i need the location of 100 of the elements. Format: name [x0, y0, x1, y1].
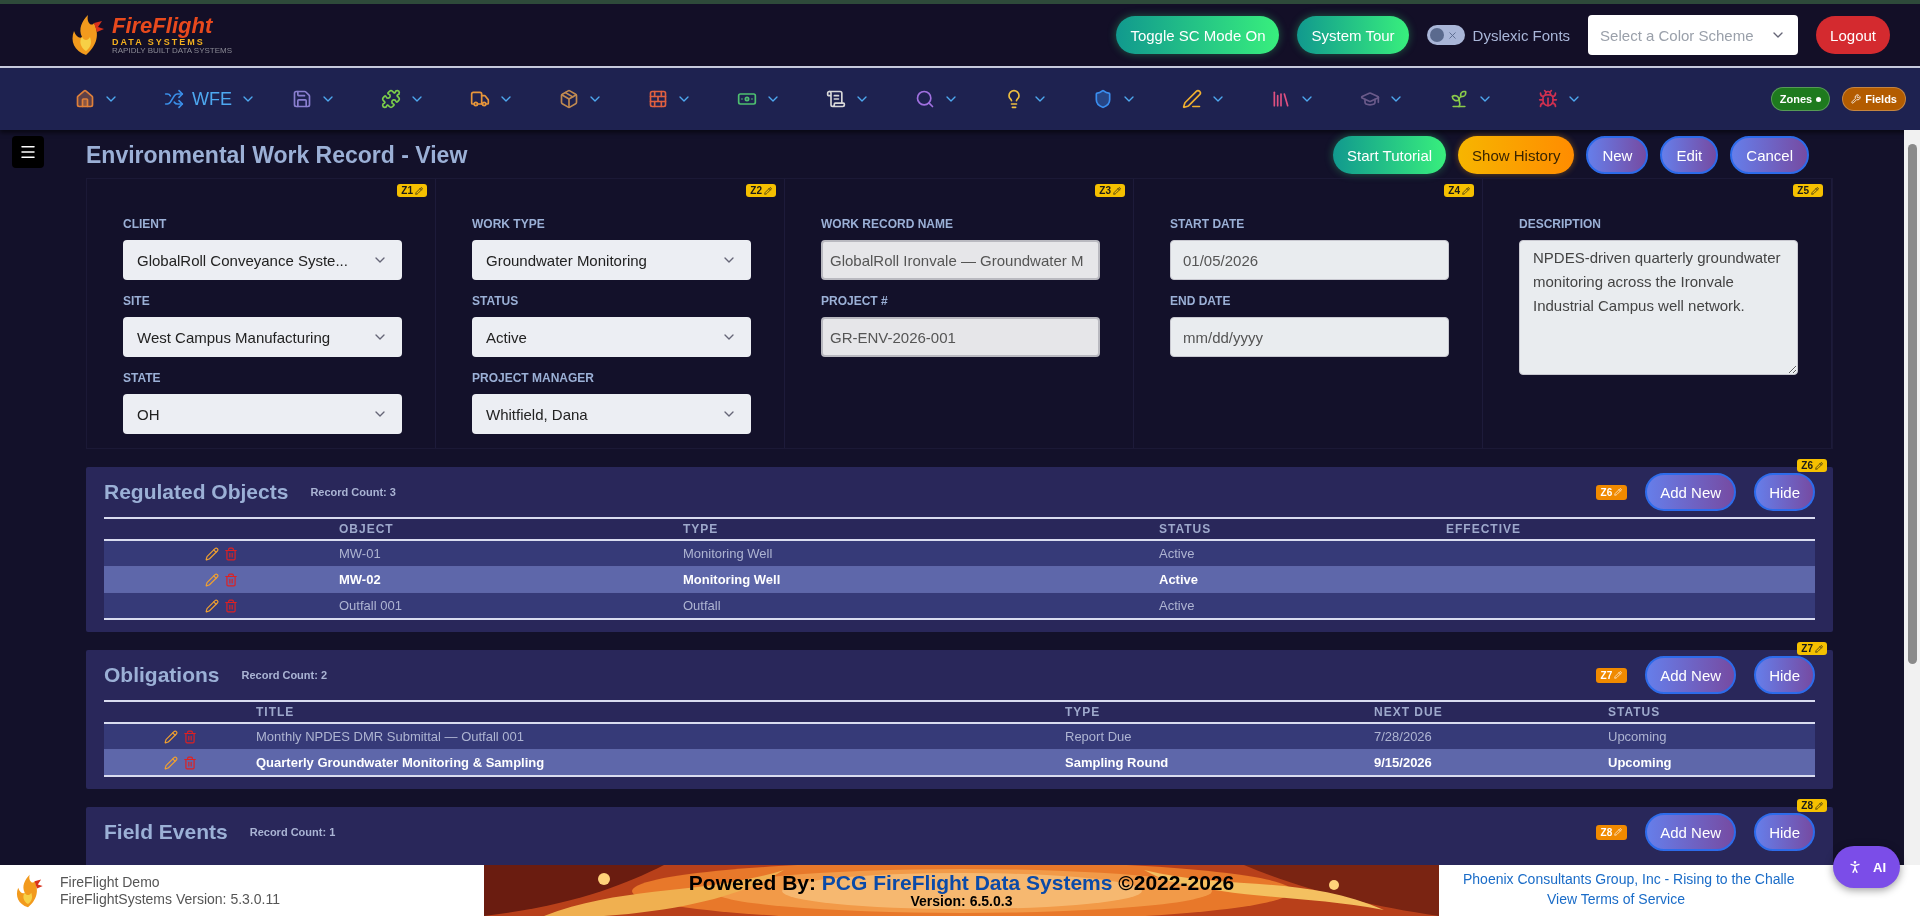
text-area[interactable]: NPDES-driven quarterly groundwater monitoring across the Ironvale Industrial Campus well network. [1519, 240, 1798, 375]
person-icon [1847, 859, 1863, 875]
zone-badge[interactable]: Z2 [746, 184, 776, 197]
select-field[interactable]: West Campus Manufacturing [123, 317, 402, 357]
brick-wall-icon[interactable] [648, 89, 668, 109]
zone-badge[interactable]: Z4 [1444, 184, 1474, 197]
app-name: FireFlight Demo [60, 873, 161, 891]
powered-by-text: Powered By: PCG FireFlight Data Systems ©2022-2026 [688, 872, 1235, 894]
section-button[interactable]: Add New [1645, 656, 1737, 694]
zone-badge[interactable]: Z6 [1797, 459, 1827, 472]
table-cell-text: Active [1159, 546, 1196, 561]
table-cell-text: Active [1159, 572, 1200, 587]
zone-badge[interactable]: Z5 [1793, 184, 1823, 197]
nav-label[interactable]: WFE [192, 88, 232, 110]
logo-name: FireFlight [112, 15, 214, 37]
truck-icon[interactable] [470, 89, 490, 109]
field-label: END DATE [1170, 294, 1232, 308]
record-count: Record Count: 3 [310, 486, 396, 498]
toggle-label: Dyslexic Fonts [1472, 26, 1571, 44]
table-row[interactable]: Monthly NPDES DMR Submittal — Outfall 001 Report Due 7/28/2026 Upcoming [104, 724, 1815, 750]
table-cell-text: MW-02 [339, 572, 382, 587]
field-label: SITE [123, 294, 151, 308]
section-button[interactable]: Hide [1754, 656, 1815, 694]
logout-button[interactable]: Logout [1816, 16, 1890, 54]
zone-badge[interactable]: Z3 [1095, 184, 1125, 197]
column-header: TITLE [256, 705, 296, 719]
toggle-switch[interactable] [1426, 25, 1465, 45]
edit-icon[interactable] [205, 546, 219, 561]
terms-link[interactable]: View Terms of Service [1547, 889, 1685, 909]
date-field[interactable]: 01/05/2026 [1170, 240, 1449, 280]
section-button[interactable]: Hide [1754, 473, 1815, 511]
close-icon [1446, 29, 1458, 41]
graduation-cap-icon[interactable] [1360, 89, 1380, 109]
version-text: Version: 6.5.0.3 [910, 894, 1013, 909]
field-label: PROJECT # [821, 294, 889, 308]
ai-button[interactable]: AI [1833, 846, 1900, 888]
action-button[interactable]: New [1586, 136, 1649, 174]
ladybug-icon[interactable] [1538, 89, 1558, 109]
table-row[interactable]: Outfall 001 Outfall Active [104, 593, 1815, 620]
section-button[interactable]: Add New [1645, 473, 1737, 511]
search-icon[interactable] [915, 89, 935, 109]
select-field[interactable]: Active [472, 317, 751, 357]
nav-badge[interactable]: Fields [1842, 87, 1906, 111]
section-button[interactable]: Hide [1754, 813, 1815, 851]
app-version: FireFlightSystems Version: 5.3.0.11 [60, 890, 280, 908]
company-link[interactable]: Phoenix Consultants Group, Inc - Rising to the Challe [1463, 869, 1795, 889]
table-row[interactable]: MW-01 Monitoring Well Active [104, 541, 1815, 567]
field-label: STATUS [472, 294, 520, 308]
section-title: Field Events [104, 820, 228, 844]
field-label: WORK RECORD NAME [821, 217, 954, 231]
field-label: DESCRIPTION [1519, 217, 1602, 231]
table-cell-text: Outfall [683, 598, 722, 613]
select-field[interactable]: Whitfield, Dana [472, 394, 751, 434]
action-button[interactable]: Cancel [1730, 136, 1809, 174]
input-field[interactable]: GlobalRoll Ironvale — Groundwater M [821, 240, 1100, 280]
menu-button[interactable] [12, 136, 44, 168]
menu-icon [19, 143, 37, 161]
edit-icon[interactable] [163, 729, 178, 744]
zone-badge[interactable]: Z1 [397, 184, 427, 197]
zone-badge[interactable]: Z8 [1797, 799, 1827, 812]
column-header: EFFECTIVE [1446, 522, 1522, 536]
field-label: STATE [123, 371, 162, 385]
field-label: CLIENT [123, 217, 168, 231]
select-field[interactable]: Groundwater Monitoring [472, 240, 751, 280]
action-button[interactable]: Start Tutorial [1333, 136, 1447, 174]
scrollbar[interactable] [1904, 130, 1920, 865]
section-title: Regulated Objects [104, 480, 289, 504]
logo-subtitle: RAPIDLY BUILT DATA SYSTEMS [112, 47, 233, 55]
select-field[interactable]: GlobalRoll Conveyance Syste... [123, 240, 402, 280]
table-cell-text: Sampling Round [1065, 755, 1170, 770]
zone-badge[interactable]: Z7 [1797, 642, 1827, 655]
table-cell-text: MW-01 [339, 546, 382, 561]
puzzle-icon[interactable] [381, 89, 401, 109]
package-icon[interactable] [559, 89, 579, 109]
edit-icon[interactable] [205, 598, 219, 613]
scroll-icon[interactable] [826, 89, 846, 109]
field-label: WORK TYPE [472, 217, 546, 231]
record-count: Record Count: 1 [249, 826, 336, 838]
date-field[interactable]: mm/dd/yyyy [1170, 317, 1449, 357]
home-icon[interactable] [75, 89, 95, 109]
table-cell-text: Report Due [1065, 729, 1133, 744]
section-button[interactable]: Add New [1645, 813, 1737, 851]
action-button[interactable]: Show History [1458, 136, 1575, 174]
input-field[interactable]: GR-ENV-2026-001 [821, 317, 1100, 357]
shield-icon[interactable] [1093, 89, 1113, 109]
nav-badge[interactable]: Zones [1770, 87, 1831, 111]
action-button[interactable]: Edit [1660, 136, 1719, 174]
shuffle-icon[interactable] [164, 89, 184, 109]
column-header: TYPE [683, 522, 720, 536]
herb-icon[interactable] [1449, 89, 1469, 109]
table-cell-text: Monitoring Well [683, 572, 782, 587]
books-icon[interactable] [1271, 89, 1291, 109]
column-header: NEXT DUE [1374, 705, 1444, 719]
table-cell-text: 7/28/2026 [1374, 729, 1433, 744]
color-scheme-select[interactable]: Select a Color Scheme [1588, 15, 1799, 55]
table-cell-text: Active [1159, 598, 1196, 613]
table-cell-text: Upcoming [1608, 729, 1668, 744]
table-cell-text: Upcoming [1608, 755, 1673, 770]
table-cell-text: Quarterly Groundwater Monitoring & Sampling [256, 755, 546, 770]
select-field[interactable]: OH [123, 394, 402, 434]
